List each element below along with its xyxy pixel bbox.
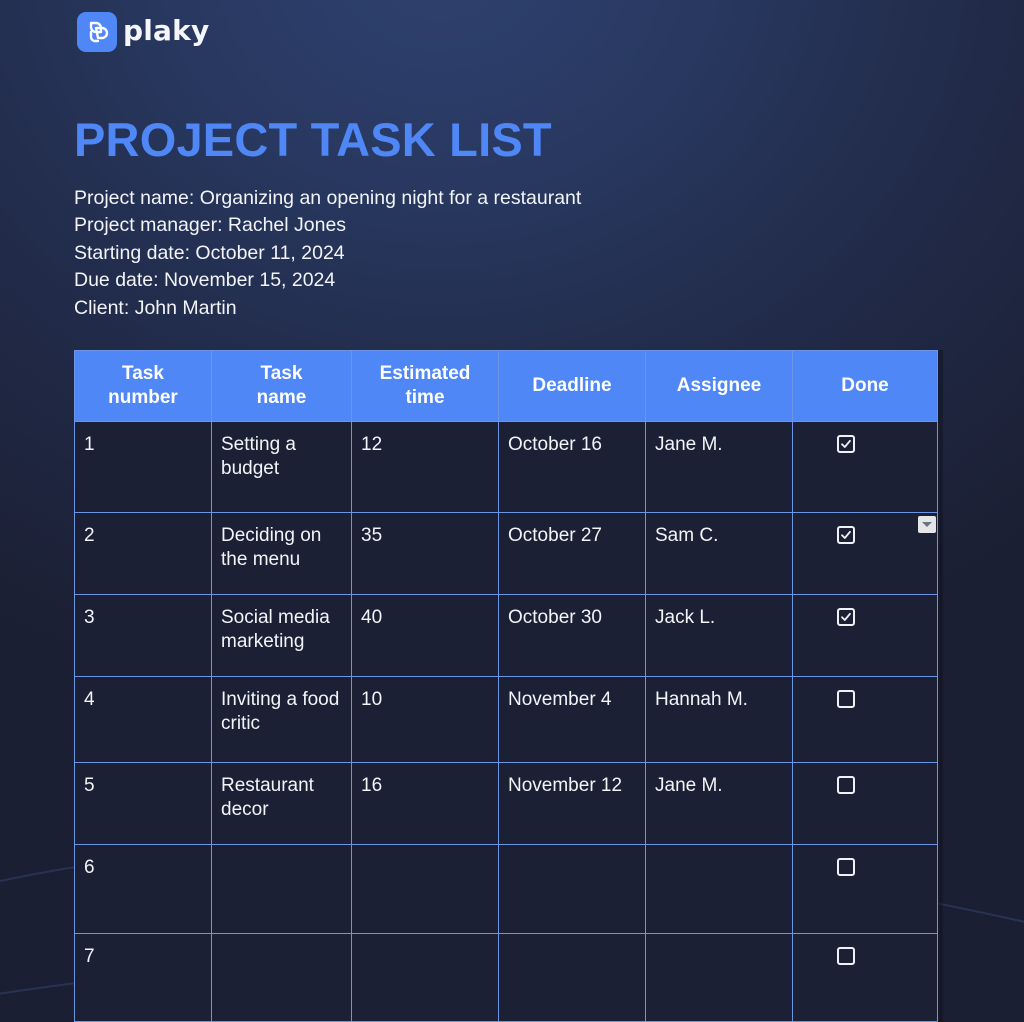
task-number-cell[interactable]: 6 (74, 844, 212, 934)
task-number-cell[interactable]: 5 (74, 762, 212, 845)
project-name: Project name: Organizing an opening nigh… (74, 187, 582, 209)
assignee-cell[interactable] (645, 933, 793, 1022)
task-number-cell[interactable]: 2 (74, 512, 212, 595)
estimated-time-cell[interactable]: 10 (351, 676, 499, 763)
done-cell (792, 844, 938, 934)
task-name-cell[interactable]: Inviting a food critic (211, 676, 352, 763)
task-number-cell[interactable]: 7 (74, 933, 212, 1022)
deadline-cell[interactable] (498, 933, 646, 1022)
assignee-cell[interactable]: Hannah M. (645, 676, 793, 763)
header-estimated-time[interactable]: Estimated time (351, 350, 499, 422)
deadline-cell[interactable]: October 30 (498, 594, 646, 677)
checkbox-checked[interactable] (837, 435, 855, 453)
task-table-container: Task number Task name Estimated time Dea… (74, 350, 938, 1022)
estimated-time-cell[interactable] (351, 933, 499, 1022)
header-done[interactable]: Done (792, 350, 938, 422)
done-cell (792, 512, 938, 595)
table-row: 7 (74, 933, 938, 1022)
deadline-cell[interactable]: November 4 (498, 676, 646, 763)
assignee-cell[interactable]: Jane M. (645, 421, 793, 513)
assignee-cell[interactable]: Jane M. (645, 762, 793, 845)
dropdown-button[interactable] (918, 516, 936, 533)
brand-name: plaky (123, 13, 210, 47)
table-row: 4 Inviting a food critic 10 November 4 Hanna… (74, 676, 938, 763)
estimated-time-cell[interactable]: 16 (351, 762, 499, 845)
header-task-name[interactable]: Task name (211, 350, 352, 422)
page-title: PROJECT TASK LIST (74, 113, 552, 166)
header-assignee[interactable]: Assignee (645, 350, 793, 422)
checkbox-checked[interactable] (837, 608, 855, 626)
task-name-cell[interactable] (211, 933, 352, 1022)
assignee-cell[interactable]: Sam C. (645, 512, 793, 595)
done-cell (792, 594, 938, 677)
task-number-cell[interactable]: 4 (74, 676, 212, 763)
estimated-time-cell[interactable]: 35 (351, 512, 499, 595)
checkmark-icon (841, 612, 851, 621)
assignee-cell[interactable] (645, 844, 793, 934)
checkmark-icon (841, 530, 851, 539)
checkbox-unchecked[interactable] (837, 776, 855, 794)
done-cell (792, 676, 938, 763)
done-cell (792, 933, 938, 1022)
deadline-cell[interactable]: October 16 (498, 421, 646, 513)
task-table: Task number Task name Estimated time Dea… (74, 350, 938, 1022)
plaky-logo-icon (77, 12, 117, 52)
checkbox-unchecked[interactable] (837, 690, 855, 708)
task-name-cell[interactable] (211, 844, 352, 934)
estimated-time-cell[interactable]: 12 (351, 421, 499, 513)
checkbox-checked[interactable] (837, 526, 855, 544)
table-row: 3 Social media marketing 40 October 30 Jack … (74, 594, 938, 677)
deadline-cell[interactable]: October 27 (498, 512, 646, 595)
brand-logo[interactable]: plaky (77, 12, 209, 52)
checkmark-icon (841, 439, 851, 448)
assignee-cell[interactable]: Jack L. (645, 594, 793, 677)
task-name-cell[interactable]: Setting a budget (211, 421, 352, 513)
deadline-cell[interactable] (498, 844, 646, 934)
task-name-cell[interactable]: Social media marketing (211, 594, 352, 677)
done-cell (792, 421, 938, 513)
table-row: 2 Deciding on the menu 35 October 27 Sam C. (74, 512, 938, 595)
task-number-cell[interactable]: 3 (74, 594, 212, 677)
client: Client: John Martin (74, 296, 237, 319)
project-manager: Project manager: Rachel Jones (74, 214, 347, 237)
checkbox-unchecked[interactable] (837, 947, 855, 965)
table-header-row: Task number Task name Estimated time Dea… (74, 350, 938, 422)
deadline-cell[interactable]: November 12 (498, 762, 646, 845)
task-number-cell[interactable]: 1 (74, 421, 212, 513)
dropdown-arrow-icon (922, 522, 932, 527)
due-date: Due date: November 15, 2024 (74, 269, 336, 292)
header-task-number[interactable]: Task number (74, 350, 212, 422)
table-row: 1 Setting a budget 12 October 16 Jane M. (74, 421, 938, 513)
table-row: 6 (74, 844, 938, 934)
done-cell (792, 762, 938, 845)
starting-date: Starting date: October 11, 2024 (74, 241, 345, 264)
table-row: 5 Restaurant decor 16 November 12 Jane M. (74, 762, 938, 845)
estimated-time-cell[interactable] (351, 844, 499, 934)
project-details: Project name: Organizing an opening nigh… (74, 185, 581, 322)
task-name-cell[interactable]: Restaurant decor (211, 762, 352, 845)
task-name-cell[interactable]: Deciding on the menu (211, 512, 352, 595)
checkbox-unchecked[interactable] (837, 858, 855, 876)
header-deadline[interactable]: Deadline (498, 350, 646, 422)
estimated-time-cell[interactable]: 40 (351, 594, 499, 677)
